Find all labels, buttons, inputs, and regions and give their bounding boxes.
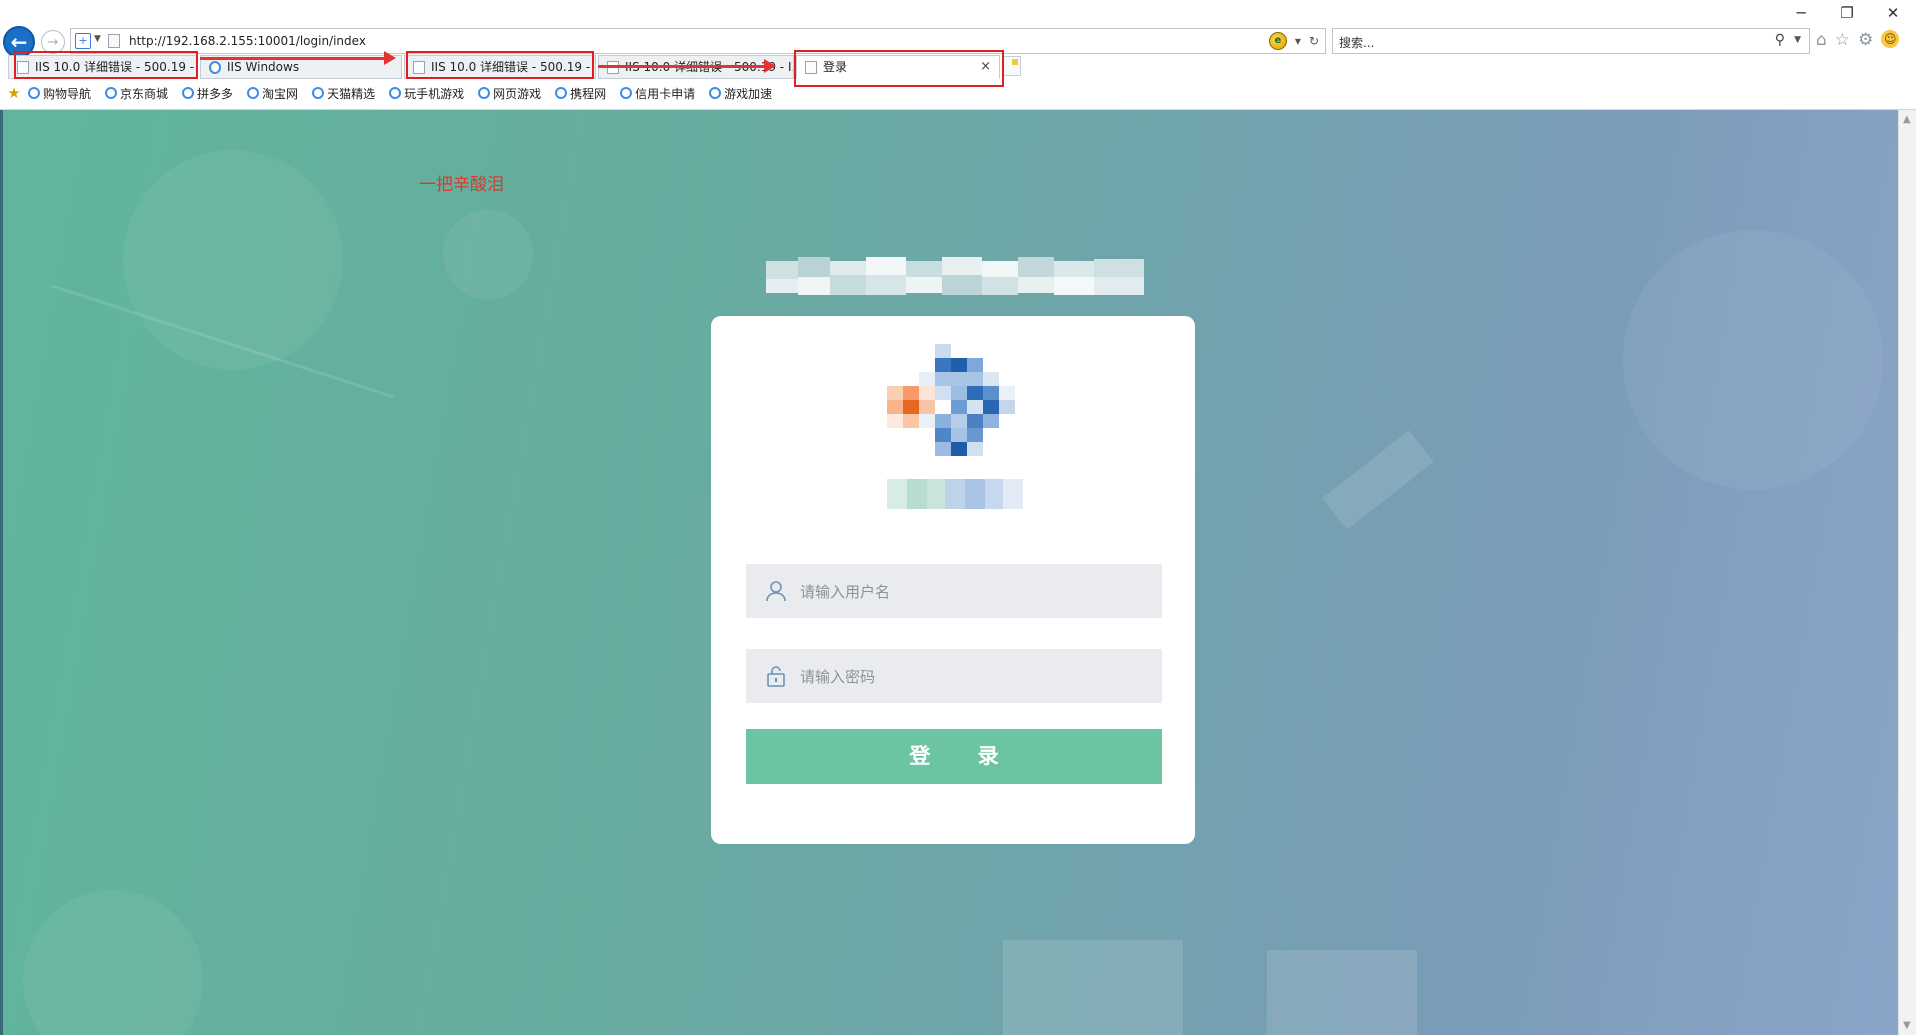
- annotation-box: [14, 51, 198, 79]
- login-page: 一把辛酸泪 请输入用户名 请输入密码 登 录: [0, 110, 1898, 1035]
- ie-icon: [555, 87, 568, 99]
- username-field[interactable]: 请输入用户名: [746, 564, 1162, 618]
- ie-icon: [28, 87, 40, 99]
- search-dropdown-icon[interactable]: ▼: [1794, 35, 1801, 45]
- background-decoration: [443, 210, 533, 300]
- tab-label: IIS Windows: [227, 60, 300, 74]
- favorites-bar: ★ 购物导航 京东商城 拼多多 淘宝网 天猫精选 玩手机游戏 网页游戏 携程网 …: [0, 82, 1916, 104]
- ie-icon: [105, 87, 118, 99]
- ie-icon: [182, 87, 195, 99]
- favorite-label: 网页游戏: [493, 86, 542, 101]
- page-title-mosaic: [766, 253, 1144, 299]
- favorite-link[interactable]: 天猫精选: [308, 85, 375, 102]
- background-decoration: [123, 150, 343, 370]
- favorite-link[interactable]: 购物导航: [24, 85, 91, 102]
- toolbar-icons: ⌂ ☆ ⚙ ☺: [1816, 30, 1900, 50]
- vertical-scrollbar[interactable]: ▲ ▼: [1898, 110, 1916, 1035]
- favorite-link[interactable]: 信用卡申请: [616, 85, 695, 102]
- new-tab-button[interactable]: [1003, 56, 1021, 76]
- annotation-arrow: [598, 59, 776, 73]
- refresh-icon[interactable]: ↻: [1309, 34, 1319, 48]
- background-decoration: [1267, 950, 1417, 1035]
- feedback-smiley-icon[interactable]: ☺: [1881, 30, 1900, 48]
- login-card: 请输入用户名 请输入密码 登 录: [711, 316, 1195, 844]
- favorite-label: 玩手机游戏: [404, 86, 465, 101]
- background-decoration: [23, 890, 203, 1035]
- logo-caption-mosaic: [887, 479, 1023, 509]
- favorite-label: 拼多多: [197, 86, 234, 101]
- address-actions: e ▾ ↻: [1268, 32, 1319, 50]
- favorite-link[interactable]: 淘宝网: [243, 85, 298, 102]
- arrow-right-icon: →: [47, 34, 59, 50]
- favorite-link[interactable]: 京东商城: [101, 85, 168, 102]
- ie-icon: [709, 87, 722, 99]
- compat-view-icon[interactable]: +: [75, 33, 91, 49]
- password-field[interactable]: 请输入密码: [746, 649, 1162, 703]
- favorites-star-icon[interactable]: ☆: [1835, 30, 1850, 50]
- user-icon: [766, 581, 786, 602]
- home-icon[interactable]: ⌂: [1816, 30, 1827, 50]
- annotation-note: 一把辛酸泪: [419, 175, 504, 195]
- annotation-box: [406, 51, 594, 79]
- favorite-label: 京东商城: [120, 86, 169, 101]
- annotation-arrow: [200, 51, 396, 65]
- favorite-label: 天猫精选: [327, 86, 376, 101]
- login-button[interactable]: 登 录: [746, 729, 1162, 784]
- password-input[interactable]: 请输入密码: [800, 666, 875, 687]
- username-input[interactable]: 请输入用户名: [800, 581, 890, 602]
- favorite-label: 信用卡申请: [635, 86, 696, 101]
- favorite-link[interactable]: 玩手机游戏: [385, 85, 464, 102]
- logo-mosaic: [887, 344, 1023, 464]
- gear-icon[interactable]: ⚙: [1858, 30, 1873, 50]
- page-icon: [108, 34, 120, 48]
- search-bar[interactable]: 搜索... ⚲ ▼: [1332, 28, 1810, 54]
- favorites-star-icon[interactable]: ★: [4, 84, 24, 102]
- ie-icon: [247, 87, 260, 99]
- favorite-label: 携程网: [570, 86, 607, 101]
- search-input[interactable]: 搜索...: [1339, 34, 1374, 51]
- favorite-label: 购物导航: [43, 86, 92, 101]
- search-icon[interactable]: ⚲: [1775, 32, 1785, 48]
- favorite-label: 游戏加速: [724, 86, 773, 101]
- scroll-up-icon[interactable]: ▲: [1903, 114, 1911, 125]
- background-decoration: [1623, 230, 1883, 490]
- ie-icon: [209, 61, 221, 74]
- ie-plugin-icon[interactable]: e: [1268, 32, 1287, 50]
- ie-icon: [478, 87, 491, 99]
- favorite-label: 淘宝网: [262, 86, 299, 101]
- favorite-link[interactable]: 游戏加速: [705, 85, 772, 102]
- favorite-link[interactable]: 网页游戏: [474, 85, 541, 102]
- background-decoration: [1003, 940, 1183, 1035]
- favorite-link[interactable]: 拼多多: [178, 85, 233, 102]
- address-bar[interactable]: + ▼ http://192.168.2.155:10001/login/ind…: [70, 28, 1326, 54]
- dropdown-icon[interactable]: ▾: [1295, 34, 1301, 48]
- ie-icon: [389, 87, 402, 99]
- browser-chrome: ─ ❐ ✕ ← → + ▼ http://192.168.2.155:10001…: [0, 0, 1916, 110]
- ie-icon: [620, 87, 633, 99]
- lock-icon: [767, 666, 785, 687]
- background-decoration: [1322, 430, 1434, 530]
- chevron-down-icon[interactable]: ▼: [94, 34, 101, 44]
- favorite-link[interactable]: 携程网: [551, 85, 606, 102]
- url-text[interactable]: http://192.168.2.155:10001/login/index: [129, 34, 366, 48]
- ie-icon: [312, 87, 325, 99]
- scroll-down-icon[interactable]: ▼: [1903, 1020, 1911, 1031]
